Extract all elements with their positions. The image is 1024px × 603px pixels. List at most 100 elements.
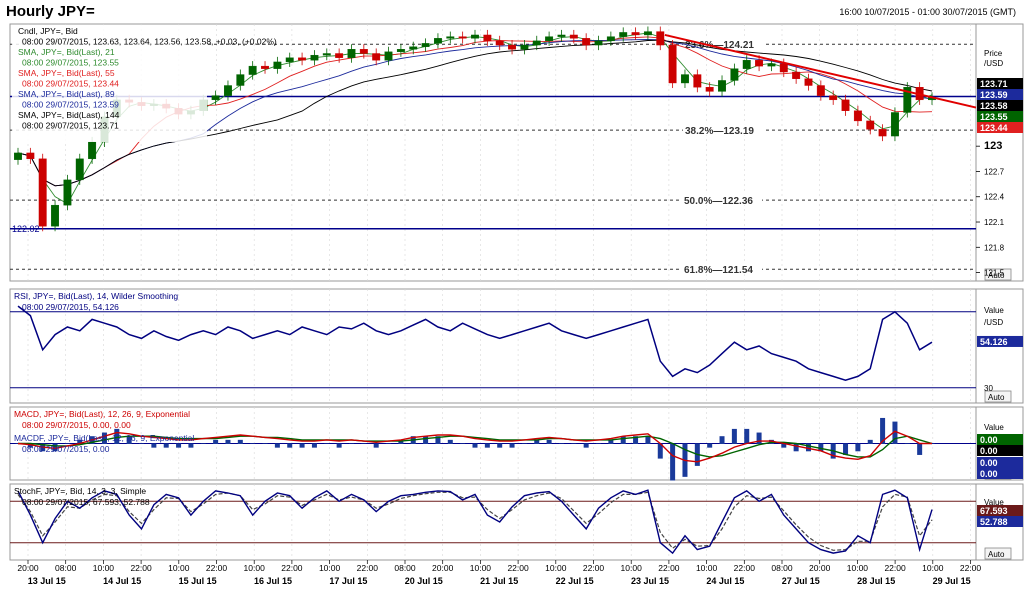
candle-body — [878, 129, 887, 137]
macd-axis-unit: Value — [984, 423, 1004, 432]
fibonacci-level-label: 50.0%—122.36 — [684, 196, 753, 207]
candle-body — [248, 65, 257, 75]
macd-histogram-bar — [299, 443, 305, 448]
macd-histogram-bar — [250, 443, 256, 444]
x-axis-time-label: 22:00 — [206, 563, 228, 573]
fibonacci-level-label: 61.8%—121.54 — [684, 265, 753, 276]
x-axis-time-label: 20:00 — [17, 563, 39, 573]
x-axis-time-label: 10:00 — [621, 563, 643, 573]
macd-histogram-bar — [225, 439, 231, 444]
x-axis-date-label: 13 Jul 15 — [28, 576, 66, 586]
macd-histogram-bar — [645, 436, 651, 444]
macd-histogram-bar — [139, 443, 145, 444]
macd-histogram-bar — [460, 443, 466, 444]
candle-body — [384, 51, 393, 61]
macdf-legend-value: 08:00 29/07/2015, 0.00 — [22, 444, 110, 454]
legend-series-name: SMA, JPY=, Bid(Last), 55 — [18, 68, 115, 78]
x-axis-time-label: 10:00 — [470, 563, 492, 573]
x-axis-time-label: 22:00 — [734, 563, 756, 573]
x-axis-date-label: 17 Jul 15 — [329, 576, 367, 586]
macd-histogram-bar — [707, 443, 713, 448]
macd-histogram-bar — [447, 439, 453, 444]
x-axis-time-label: 10:00 — [696, 563, 718, 573]
candle-body — [705, 86, 714, 92]
x-axis-time-label: 22:00 — [884, 563, 906, 573]
stoch-panel-frame — [9, 483, 977, 561]
candle-body — [853, 110, 862, 122]
price-axis-unit: Price — [984, 49, 1003, 58]
candle-body — [261, 65, 269, 69]
legend-series-value: 08:00 29/07/2015, 123.71 — [22, 121, 119, 131]
x-axis-date-label: 24 Jul 15 — [706, 576, 744, 586]
price-tag-value: 123.55 — [980, 112, 1008, 122]
macd-histogram-bar — [756, 432, 762, 444]
macd-legend-name: MACD, JPY=, Bid(Last), 12, 26, 9, Expone… — [14, 409, 190, 419]
candle-body — [890, 112, 899, 137]
macd-histogram-bar — [620, 436, 626, 444]
candle-body — [88, 141, 97, 160]
candle-body — [433, 38, 442, 44]
price-axis-tick-label: 121.8 — [984, 243, 1005, 252]
price-axis-tick-label: 122.1 — [984, 218, 1005, 227]
macdf-legend-name: MACDF, JPY=, Bid(Last), 12, 26, 9, Expon… — [14, 433, 194, 443]
macd-histogram-bar — [200, 443, 206, 444]
legend-series-name: SMA, JPY=, Bid(Last), 144 — [18, 110, 120, 120]
price-axis-unit-currency: /USD — [984, 59, 1003, 68]
legend-series-name: Cndl, JPY=, Bid — [18, 26, 78, 36]
candle-body — [224, 85, 232, 96]
rsi-legend-value: 08:00 29/07/2015, 54.126 — [22, 302, 119, 312]
stoch-d-value-text: 52.788 — [980, 517, 1008, 527]
candle-body — [495, 40, 504, 46]
macd-histogram-bar — [904, 443, 910, 444]
candle-body — [569, 34, 578, 39]
candle-body — [359, 49, 368, 54]
candle-body — [14, 152, 22, 160]
candle-body — [335, 53, 344, 58]
macd-histogram-bar — [472, 443, 478, 448]
macd-value-tag-text: 0.00 — [980, 435, 998, 445]
candle-body — [730, 68, 739, 81]
candle-body — [236, 74, 245, 86]
candle-body — [816, 85, 825, 96]
macd-histogram-bar — [571, 443, 577, 444]
candle-body — [508, 44, 517, 50]
macd-histogram-bar — [793, 443, 799, 452]
x-axis-time-label: 22:00 — [658, 563, 680, 573]
candle-body — [75, 158, 84, 181]
x-axis-time-label: 10:00 — [168, 563, 190, 573]
macd-histogram-bar — [423, 436, 429, 444]
x-axis-time-label: 22:00 — [960, 563, 982, 573]
macd-histogram-bar — [237, 439, 243, 444]
macd-histogram-bar — [213, 439, 219, 444]
candle-body — [841, 99, 850, 111]
fibonacci-level-label: 38.2%—123.19 — [685, 126, 754, 137]
x-axis-date-label: 28 Jul 15 — [857, 576, 895, 586]
x-axis-time-label: 10:00 — [93, 563, 115, 573]
x-axis-time-label: 08:00 — [394, 563, 416, 573]
macd-histogram-bar — [348, 443, 354, 444]
x-axis-time-label: 22:00 — [130, 563, 152, 573]
x-axis-date-label: 16 Jul 15 — [254, 576, 292, 586]
chart-canvas: AutoAutoAutoAuto123122.7122.4122.1121.81… — [9, 23, 1024, 586]
macd-histogram-bar — [274, 443, 280, 448]
legend-series-value: 08:00 29/07/2015, 123.59 — [22, 100, 119, 110]
candle-body — [520, 44, 529, 50]
macd-histogram-bar — [311, 443, 317, 448]
candle-body — [285, 57, 294, 63]
candle-body — [755, 60, 764, 67]
candle-body — [322, 53, 331, 56]
macd-histogram-bar — [287, 443, 293, 448]
x-axis-time-label: 10:00 — [847, 563, 869, 573]
candle-body — [718, 80, 726, 92]
x-axis-time-label: 22:00 — [357, 563, 379, 573]
macd-histogram-bar — [373, 443, 379, 448]
candle-body — [619, 32, 628, 37]
candle-body — [409, 46, 418, 50]
macd-value-tag-text: 0.00 — [980, 469, 998, 479]
candle-body — [421, 43, 430, 47]
macd-histogram-bar — [497, 443, 503, 448]
rsi-legend-name: RSI, JPY=, Bid(Last), 14, Wilder Smoothi… — [14, 291, 178, 301]
x-axis-date-label: 14 Jul 15 — [103, 576, 141, 586]
x-axis-time-label: 22:00 — [281, 563, 303, 573]
candle-body — [483, 34, 492, 42]
